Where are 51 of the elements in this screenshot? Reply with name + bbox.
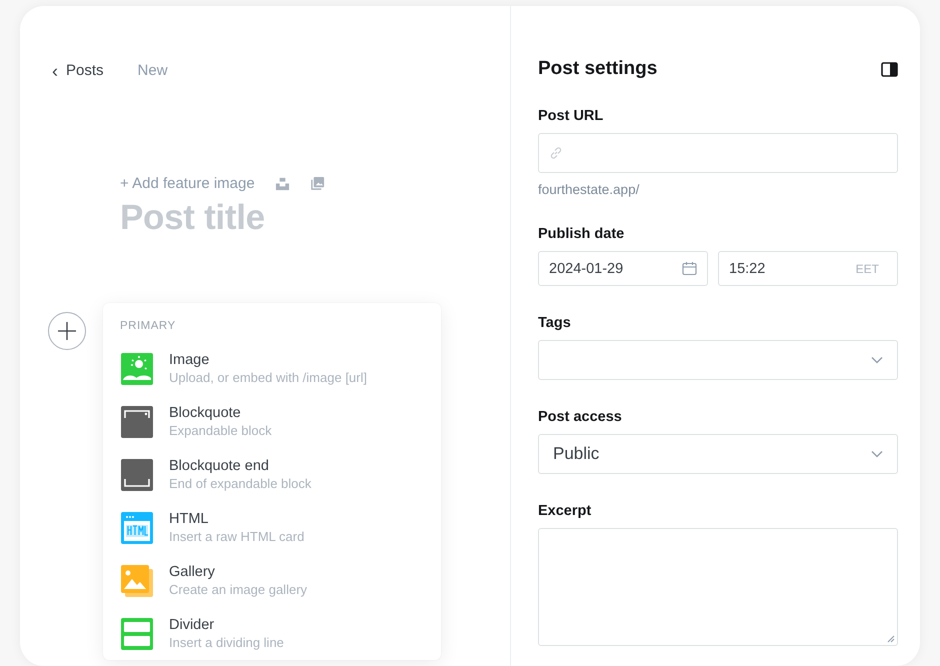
post-url-field[interactable] xyxy=(538,133,898,173)
item-description: Insert a raw HTML card xyxy=(169,528,304,546)
sidebar-toggle-icon[interactable] xyxy=(881,62,898,76)
item-description: End of expandable block xyxy=(169,474,312,492)
html-icon xyxy=(121,512,153,544)
item-title: Gallery xyxy=(169,562,215,580)
blockquote-icon xyxy=(121,406,153,438)
plus-icon xyxy=(57,321,77,341)
item-description: Expandable block xyxy=(169,422,272,440)
blockquote-end-icon xyxy=(121,458,153,490)
card-menu-item[interactable]: HTML Insert a raw HTML card xyxy=(121,501,424,554)
field-label: Publish date xyxy=(538,226,626,242)
unsplash-icon[interactable] xyxy=(274,176,290,191)
posts-link[interactable]: Posts xyxy=(66,62,104,79)
link-icon xyxy=(549,146,563,160)
image-gallery-icon[interactable] xyxy=(310,176,325,191)
card-menu-item[interactable]: Blockquote end End of expandable block xyxy=(121,448,424,501)
chevron-down-icon xyxy=(871,450,883,458)
field-label: Post URL xyxy=(538,108,604,124)
resize-handle-icon[interactable] xyxy=(887,635,895,643)
card-menu-item[interactable]: Blockquote Expandable block xyxy=(121,395,424,448)
breadcrumb-current: New xyxy=(138,62,168,79)
card-menu-item[interactable]: Image Upload, or embed with /image [url] xyxy=(121,342,424,395)
item-title: Image xyxy=(169,350,210,368)
card-menu-item[interactable]: Divider Insert a dividing line xyxy=(121,607,424,660)
url-hint: fourthestate.app/ xyxy=(538,182,640,197)
add-card-button[interactable] xyxy=(48,312,86,350)
field-label: Post access xyxy=(538,409,623,425)
chevron-down-icon xyxy=(871,356,883,364)
excerpt-field[interactable] xyxy=(538,528,898,646)
calendar-icon[interactable] xyxy=(682,261,697,276)
date-field[interactable]: 2024-01-29 xyxy=(538,251,708,286)
card-menu-item[interactable]: Gallery Create an image gallery xyxy=(121,554,424,607)
section-heading: PRIMARY xyxy=(120,320,177,332)
image-icon xyxy=(121,352,153,384)
gallery-icon xyxy=(121,564,153,596)
tags-select[interactable] xyxy=(538,340,898,380)
post-access-select[interactable]: Public xyxy=(538,434,898,474)
item-title: Divider xyxy=(169,616,214,634)
item-description: Insert a dividing line xyxy=(169,634,284,652)
item-description: Create an image gallery xyxy=(169,580,308,598)
panel-title: Post settings xyxy=(538,58,658,80)
field-label: Tags xyxy=(538,315,572,331)
back-button[interactable]: ‹ xyxy=(52,62,58,78)
timezone-label: EET xyxy=(856,262,879,276)
field-label: Excerpt xyxy=(538,503,592,519)
item-title: Blockquote end xyxy=(169,456,269,474)
item-title: HTML xyxy=(169,510,208,528)
item-title: Blockquote xyxy=(169,404,241,422)
item-description: Upload, or embed with /image [url] xyxy=(169,368,367,386)
time-field[interactable]: 15:22 EET xyxy=(718,251,898,286)
